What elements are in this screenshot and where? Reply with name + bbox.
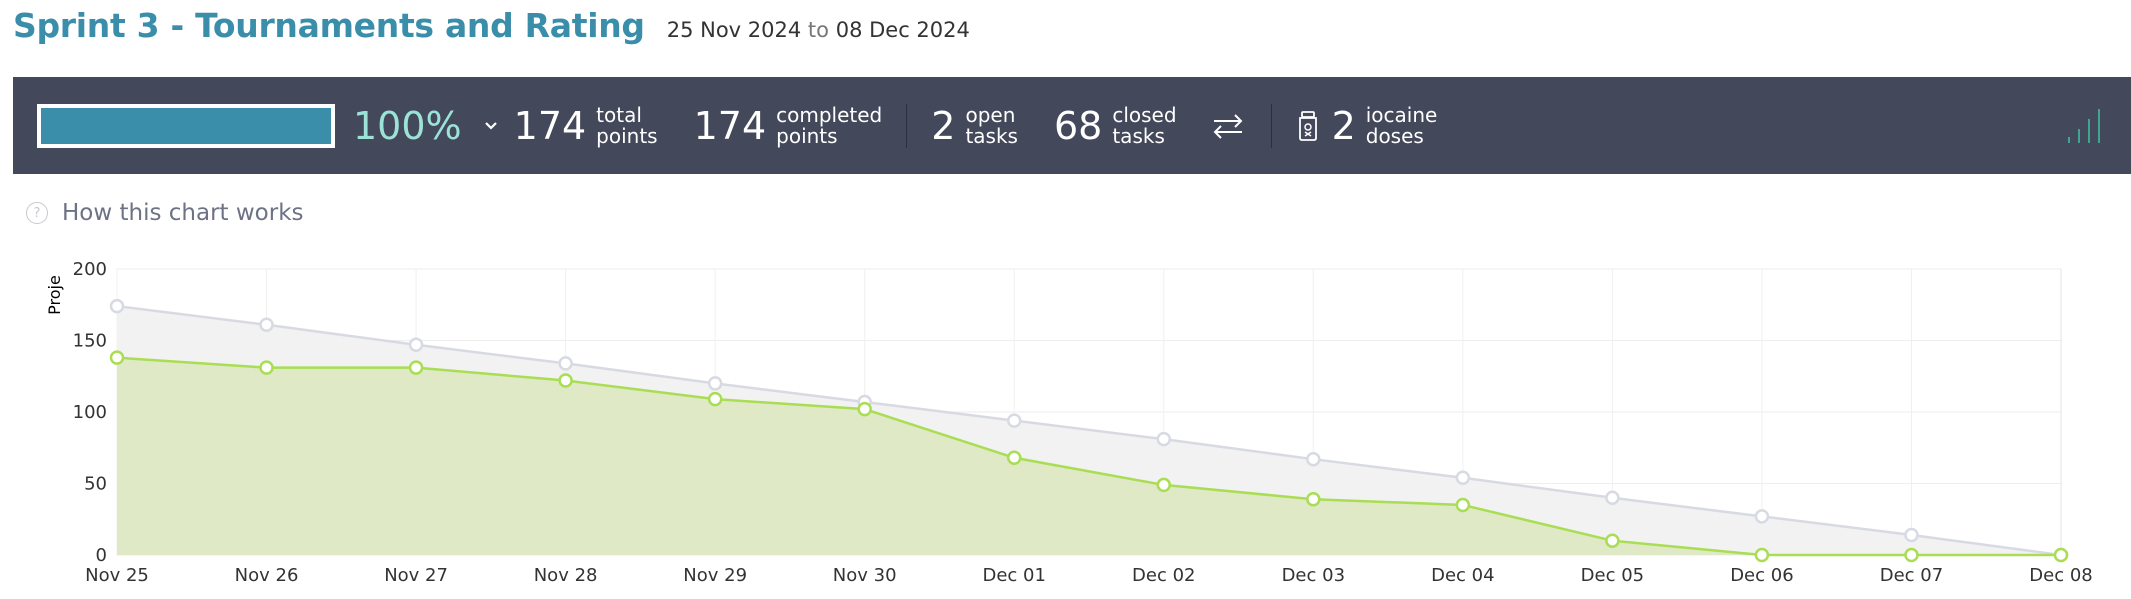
iocaine-doses-value: 2	[1331, 103, 1356, 148]
x-tick-label: Nov 29	[683, 565, 747, 586]
closed-tasks-label-2: tasks	[1112, 123, 1165, 148]
x-tick-label: Dec 08	[2029, 565, 2092, 586]
data-point	[558, 373, 573, 388]
data-point	[558, 356, 573, 371]
data-point	[1306, 451, 1321, 467]
iocaine-doses-stat: 2 iocaine doses	[1332, 104, 1438, 148]
open-tasks-value: 2	[931, 103, 956, 148]
data-point	[1754, 509, 1770, 524]
y-tick-label: 100	[73, 402, 107, 423]
open-tasks-label-1: open	[965, 102, 1016, 127]
total-points-stat: 174 total points	[514, 104, 658, 148]
x-tick-label: Dec 06	[1730, 565, 1793, 586]
open-tasks-stat: 2 open tasks	[931, 104, 1018, 148]
closed-tasks-value: 68	[1053, 103, 1103, 148]
data-point	[2053, 547, 2069, 563]
x-tick-label: Dec 03	[1282, 565, 1345, 586]
sprint-summary-bar: 100% 174 total points 174 completed poin…	[13, 77, 2131, 174]
divider	[906, 103, 908, 148]
y-tick-label: 200	[73, 259, 107, 280]
data-point	[109, 350, 125, 365]
y-tick-label: 0	[96, 545, 107, 566]
data-point	[1306, 491, 1321, 507]
divider	[1270, 103, 1272, 148]
total-points-label-1: total	[596, 102, 642, 127]
sprint-header: Sprint 3 - Tournaments and Rating 25 Nov…	[13, 6, 970, 54]
sprint-title: Sprint 3 - Tournaments and Rating	[13, 6, 645, 45]
data-point	[259, 360, 274, 375]
x-tick-label: Nov 26	[235, 565, 299, 586]
end-date: 08 Dec 2024	[835, 18, 970, 42]
data-point	[1006, 413, 1022, 428]
closed-tasks-stat: 68 closed tasks	[1054, 104, 1177, 148]
date-separator: to	[807, 18, 830, 42]
y-axis-label: Proje	[45, 275, 64, 315]
sprint-dates: 25 Nov 2024 to 08 Dec 2024	[667, 18, 970, 42]
completed-points-value: 174	[693, 103, 767, 148]
progress-bar-fill	[41, 107, 331, 144]
how-chart-works-label: How this chart works	[62, 200, 304, 226]
progress-percent: 100%	[353, 103, 462, 148]
data-point	[1904, 527, 1919, 543]
completed-points-label-1: completed	[776, 102, 883, 127]
data-point	[408, 360, 424, 375]
total-points-label-2: points	[596, 123, 658, 148]
x-tick-label: Dec 05	[1581, 565, 1644, 586]
help-icon: ?	[26, 202, 48, 224]
data-point	[1156, 477, 1172, 493]
x-tick-label: Nov 27	[384, 565, 448, 586]
data-point	[1605, 490, 1620, 506]
progress-bar	[37, 103, 335, 148]
data-point	[259, 317, 274, 333]
y-tick-label: 150	[73, 331, 107, 352]
data-point	[1904, 547, 1919, 563]
data-point	[857, 401, 872, 417]
x-tick-label: Dec 01	[982, 565, 1045, 586]
open-tasks-label-2: tasks	[965, 123, 1018, 148]
x-tick-label: Dec 04	[1431, 565, 1494, 586]
data-point	[408, 337, 424, 353]
data-point	[1455, 470, 1471, 486]
data-point	[1455, 497, 1471, 513]
chevron-down-icon[interactable]	[484, 117, 502, 135]
data-point	[1754, 547, 1770, 563]
data-point	[1605, 533, 1620, 548]
how-chart-works-link[interactable]: ? How this chart works	[26, 200, 304, 226]
data-point	[109, 298, 125, 314]
x-tick-label: Dec 07	[1880, 565, 1943, 586]
x-tick-label: Dec 02	[1132, 565, 1195, 586]
data-point	[707, 391, 723, 407]
closed-tasks-label-1: closed	[1112, 102, 1177, 127]
completed-points-label-2: points	[776, 123, 838, 148]
iocaine-jar-icon	[1296, 109, 1322, 143]
total-points-value: 174	[513, 103, 587, 148]
iocaine-doses-label-2: doses	[1365, 123, 1424, 148]
completed-points-stat: 174 completed points	[694, 104, 883, 148]
start-date: 25 Nov 2024	[666, 18, 802, 42]
y-tick-label: 50	[84, 474, 107, 495]
data-point	[1006, 450, 1022, 466]
burndown-chart: 0 50 100 150 200 Nov 25 Nov 26 Nov 27 Nov 28 Nov …	[45, 259, 2093, 586]
iocaine-doses-label-1: iocaine	[1365, 102, 1438, 127]
signal-bars-icon[interactable]	[2065, 101, 2109, 145]
x-tick-label: Nov 30	[833, 565, 897, 586]
x-tick-label: Nov 28	[534, 565, 598, 586]
data-point	[1156, 431, 1172, 447]
x-tick-label: Nov 25	[85, 565, 149, 586]
swap-arrows-icon[interactable]	[1211, 111, 1247, 141]
data-point	[707, 376, 723, 391]
